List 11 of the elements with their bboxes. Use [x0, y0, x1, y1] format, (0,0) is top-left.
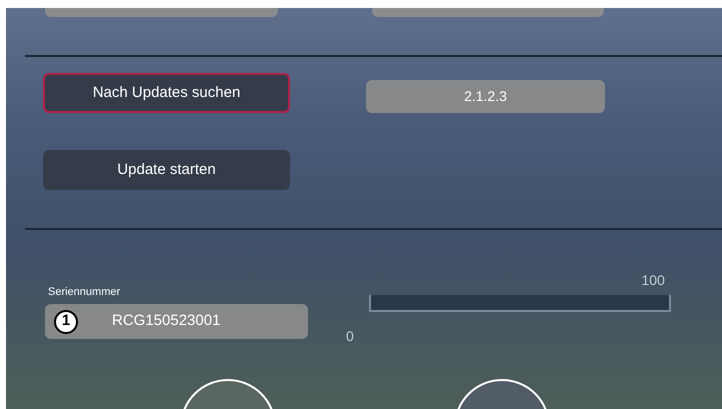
cut-off-field[interactable] [372, 8, 604, 17]
update-button[interactable]: Update starten [43, 150, 290, 190]
update-button[interactable]: Nach Updates suchen [43, 73, 290, 113]
serial-number: RCG150523001 [112, 311, 220, 332]
serial-field[interactable]: 1 RCG150523001 [45, 304, 308, 339]
min-label: 0 [346, 327, 354, 346]
serial-label: Seriennummer [47, 285, 122, 298]
cut-off-field[interactable] [45, 8, 278, 17]
version-field: 2.1.2.3 [366, 80, 605, 113]
max-label: 100 [641, 271, 665, 290]
number-marker: 1 [54, 310, 78, 334]
